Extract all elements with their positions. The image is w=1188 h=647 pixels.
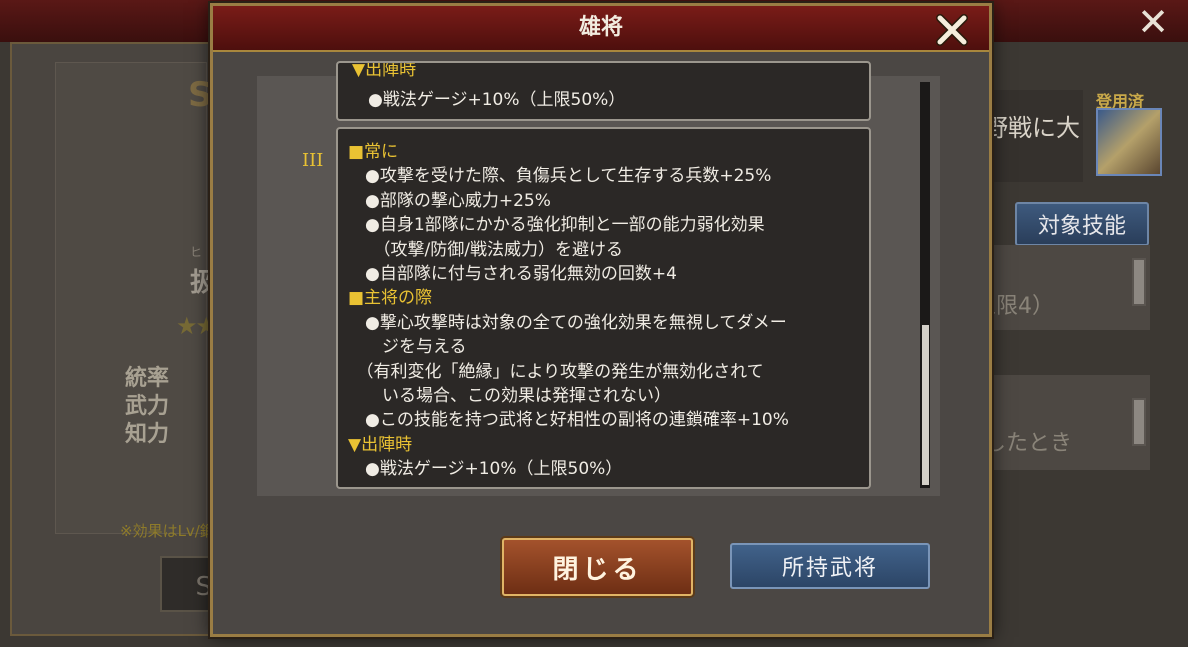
- skill-line: （攻撃/防御/戦法威力）を避ける: [348, 239, 623, 260]
- skill-line: ●戦法ゲージ+10%（上限50%）: [348, 459, 623, 480]
- general-portrait: [1096, 108, 1162, 176]
- skill-line: （有利変化「絶縁」により攻撃の発生が無効化されて: [348, 361, 764, 382]
- skill-text-box-previous: ▼出陣時 ●戦法ゲージ+10%（上限50%）: [336, 61, 871, 121]
- skill-line: ●自部隊に付与される弱化無効の回数+4: [348, 264, 677, 284]
- skill-line: ●撃心攻撃時は対象の全ての強化効果を無視してダメー: [348, 312, 787, 333]
- background-scroll-handle: [1132, 398, 1146, 446]
- skill-line: ▼出陣時: [352, 61, 417, 80]
- skill-line: ●この技能を持つ武将と好相性の副将の連鎖確率+10%: [348, 410, 789, 431]
- skill-section-heading: ▼出陣時: [348, 434, 413, 455]
- skill-section-heading: ■常に: [348, 142, 399, 162]
- close-button[interactable]: 閉じる: [502, 538, 693, 596]
- skill-line: ジを与える: [348, 337, 467, 358]
- dialog-title: 雄将: [578, 15, 623, 40]
- owned-generals-button[interactable]: 所持武将: [730, 543, 930, 589]
- background-close-icon: ✕: [1137, 0, 1169, 44]
- skill-line: いる場合、この効果は発揮されない）: [348, 386, 671, 406]
- background-name-reading: ヒ: [190, 245, 203, 259]
- skill-text-box[interactable]: ■常に ●攻撃を受けた際、負傷兵として生存する兵数+25% ●部隊の撃心威力+2…: [336, 127, 871, 489]
- skill-line: ●戦法ゲージ+10%（上限50%）: [368, 90, 626, 110]
- level-marker: III: [302, 150, 324, 171]
- skill-line: ●自身1部隊にかかる強化抑制と一部の能力弱化効果: [348, 215, 765, 236]
- target-skill-button: 対象技能: [1015, 202, 1149, 246]
- background-general-card: [55, 62, 207, 534]
- background-scroll-handle: [1132, 258, 1146, 306]
- skill-line: ●部隊の撃心威力+25%: [348, 190, 551, 211]
- stat-label-intelligence: 知力: [125, 422, 170, 447]
- skill-line: ●攻撃を受けた際、負傷兵として生存する兵数+25%: [348, 166, 772, 187]
- skill-section-heading: ■主将の際: [348, 288, 433, 309]
- scrollbar-thumb[interactable]: [922, 325, 929, 485]
- close-icon[interactable]: [925, 8, 979, 52]
